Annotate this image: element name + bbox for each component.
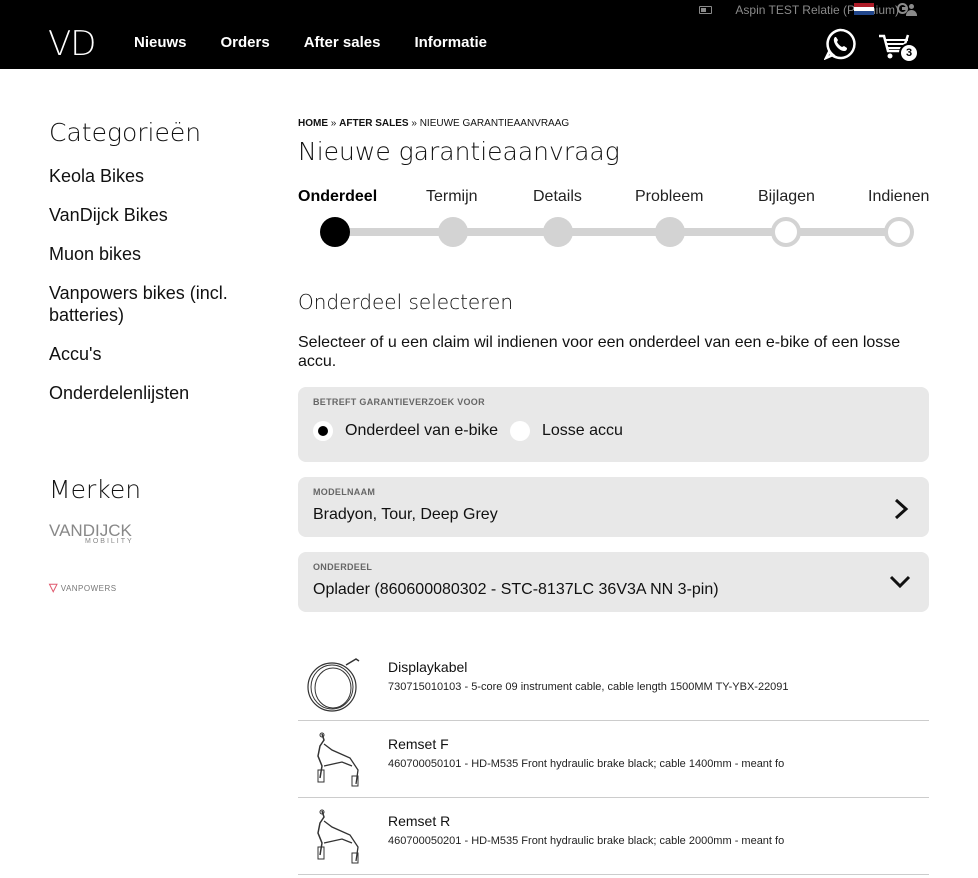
radio-onderdeel-dot[interactable] xyxy=(313,421,333,441)
cart-count-badge: 3 xyxy=(899,43,919,63)
model-value[interactable]: Bradyon, Tour, Deep Grey xyxy=(313,506,498,524)
stepper-track xyxy=(335,228,900,236)
brake-icon xyxy=(317,732,359,787)
user-name[interactable]: Aspin TEST Relatie (Premium) xyxy=(735,3,899,17)
nav-after-sales[interactable]: After sales xyxy=(304,34,381,51)
section-title: Onderdeel selecteren xyxy=(298,290,513,314)
part-select[interactable]: ONDERDEEL Oplader (860600080302 - STC-81… xyxy=(298,552,929,612)
cable-icon xyxy=(307,658,360,712)
step-label-termijn[interactable]: Termijn xyxy=(426,188,478,206)
claim-type-label: BETREFT GARANTIEVERZOEK VOOR xyxy=(313,397,485,407)
chevron-right-icon[interactable] xyxy=(890,498,912,520)
category-keola[interactable]: Keola Bikes xyxy=(49,165,269,187)
step-dot-termijn[interactable] xyxy=(438,217,468,247)
brand-vanpowers-text: VANPOWERS xyxy=(60,584,117,593)
category-list: Keola Bikes VanDijck Bikes Muon bikes Va… xyxy=(49,165,269,421)
list-item[interactable]: Displaykabel 730715010103 - 5-core 09 in… xyxy=(298,643,929,721)
step-dot-bijlagen[interactable] xyxy=(771,217,801,247)
brands-title: Merken xyxy=(49,475,142,504)
part-label: ONDERDEEL xyxy=(313,562,373,572)
categories-title: Categorieën xyxy=(49,118,202,147)
step-dot-onderdeel[interactable] xyxy=(320,217,350,247)
brand-vandijck-logo[interactable]: VANDIJCK MOBILITY xyxy=(49,521,134,545)
brake-icon xyxy=(317,809,359,864)
step-label-details[interactable]: Details xyxy=(533,188,582,206)
vanpowers-v-icon: ▽ xyxy=(49,582,58,594)
utility-bar: Aspin TEST Relatie (Premium) xyxy=(699,2,918,18)
category-vanpowers[interactable]: Vanpowers bikes (incl. batteries) xyxy=(49,282,269,326)
whatsapp-icon[interactable] xyxy=(824,28,856,60)
breadcrumb-current: NIEUWE GARANTIEAANVRAAG xyxy=(419,118,570,129)
category-accus[interactable]: Accu's xyxy=(49,343,269,365)
dutch-flag-icon[interactable] xyxy=(854,3,874,15)
model-select[interactable]: MODELNAAM Bradyon, Tour, Deep Grey xyxy=(298,477,929,537)
step-label-onderdeel[interactable]: Onderdeel xyxy=(298,188,377,206)
radio-losse-accu-label[interactable]: Losse accu xyxy=(542,422,623,440)
item-name[interactable]: Remset F xyxy=(388,736,449,752)
list-item[interactable]: Remset R 460700050201 - HD-M535 Front hy… xyxy=(298,797,929,875)
brand-vandijck-sub: MOBILITY xyxy=(85,538,134,545)
radio-onderdeel[interactable]: Onderdeel van e-bike xyxy=(313,421,498,441)
top-header: Aspin TEST Relatie (Premium) VD Nieuws O… xyxy=(0,0,978,69)
radio-losse-accu[interactable]: Losse accu xyxy=(510,421,623,441)
radio-onderdeel-label[interactable]: Onderdeel van e-bike xyxy=(345,422,498,440)
category-vandijck[interactable]: VanDijck Bikes xyxy=(49,204,269,226)
step-label-bijlagen[interactable]: Bijlagen xyxy=(758,188,815,206)
radio-losse-accu-dot[interactable] xyxy=(510,421,530,441)
chevron-down-icon[interactable] xyxy=(889,571,911,593)
item-desc: 460700050101 - HD-M535 Front hydraulic b… xyxy=(388,758,785,770)
model-label: MODELNAAM xyxy=(313,487,376,497)
battery-icon xyxy=(699,6,713,14)
nav-informatie[interactable]: Informatie xyxy=(414,34,487,51)
claim-type-panel: BETREFT GARANTIEVERZOEK VOOR Onderdeel v… xyxy=(298,387,929,462)
item-desc: 460700050201 - HD-M535 Front hydraulic b… xyxy=(388,835,785,847)
item-desc: 730715010103 - 5-core 09 instrument cabl… xyxy=(388,681,789,693)
page-title: Nieuwe garantieaanvraag xyxy=(298,137,620,166)
part-value[interactable]: Oplader (860600080302 - STC-8137LC 36V3A… xyxy=(313,581,719,599)
step-dot-probleem[interactable] xyxy=(655,217,685,247)
step-label-probleem[interactable]: Probleem xyxy=(635,188,703,206)
step-dot-details[interactable] xyxy=(543,217,573,247)
item-name[interactable]: Remset R xyxy=(388,813,450,829)
breadcrumb-after-sales[interactable]: AFTER SALES xyxy=(339,118,408,129)
logo[interactable]: VD xyxy=(48,24,96,64)
nav-orders[interactable]: Orders xyxy=(221,34,270,51)
item-name[interactable]: Displaykabel xyxy=(388,659,467,675)
breadcrumb-sep: » xyxy=(408,118,420,129)
breadcrumb: HOME » AFTER SALES » NIEUWE GARANTIEAANV… xyxy=(298,118,569,129)
nav-nieuws[interactable]: Nieuws xyxy=(134,34,187,51)
intro-text: Selecteer of u een claim wil indienen vo… xyxy=(298,334,901,370)
breadcrumb-home[interactable]: HOME xyxy=(298,118,328,129)
brand-vanpowers-logo[interactable]: ▽ VANPOWERS xyxy=(49,581,117,594)
breadcrumb-sep: » xyxy=(328,118,340,129)
step-dot-indienen[interactable] xyxy=(884,217,914,247)
list-item[interactable]: Remset F 460700050101 - HD-M535 Front hy… xyxy=(298,720,929,798)
step-label-indienen[interactable]: Indienen xyxy=(868,188,929,206)
category-muon[interactable]: Muon bikes xyxy=(49,243,269,265)
main-nav: Nieuws Orders After sales Informatie xyxy=(134,34,521,51)
logout-icon[interactable] xyxy=(897,3,908,14)
category-onderdelenlijsten[interactable]: Onderdelenlijsten xyxy=(49,382,269,404)
